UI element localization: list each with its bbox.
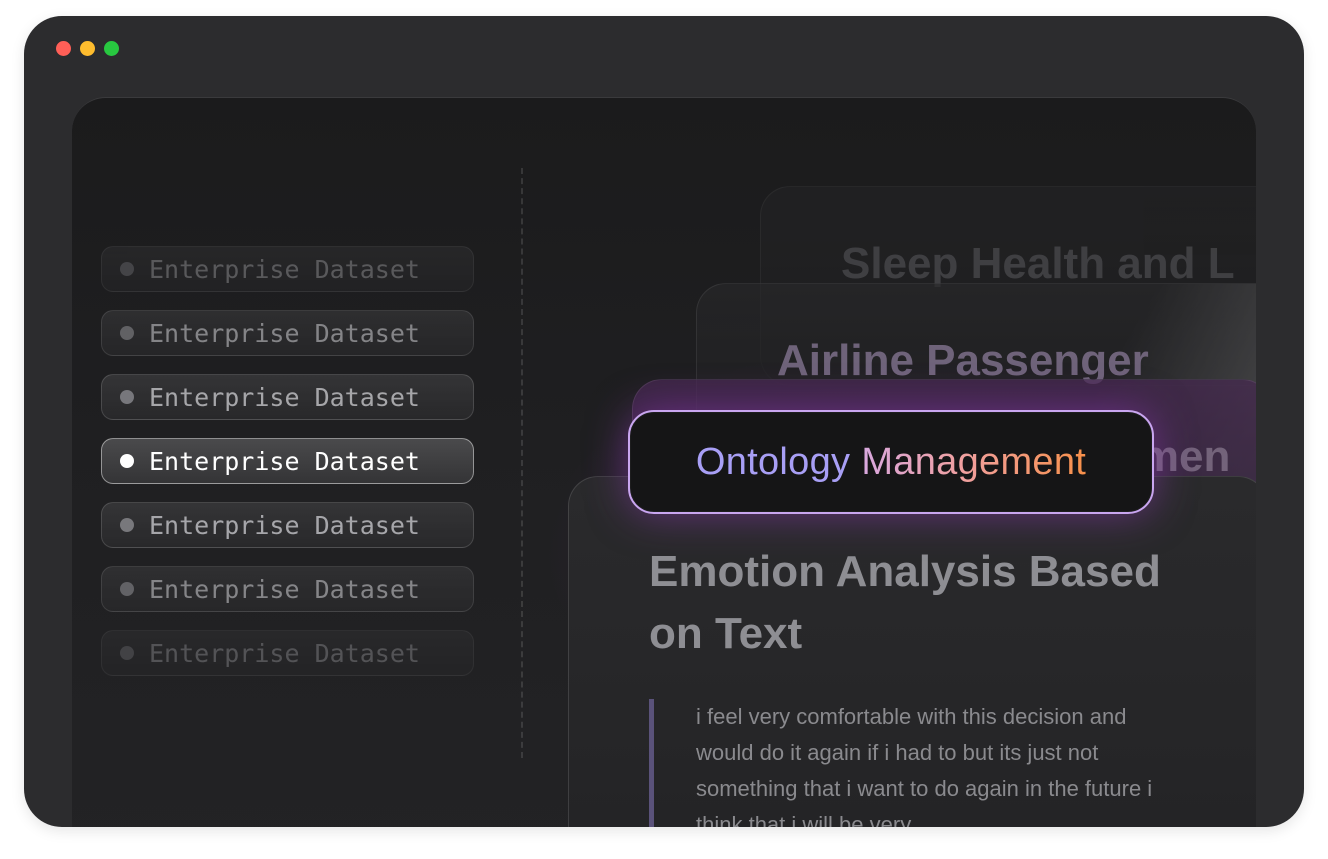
dataset-item[interactable]: Enterprise Dataset: [101, 630, 474, 676]
dataset-label: Enterprise Dataset: [149, 446, 420, 476]
status-dot-icon: [120, 326, 134, 340]
status-dot-icon: [120, 390, 134, 404]
dataset-list: Enterprise Dataset Enterprise Dataset En…: [101, 246, 474, 676]
dataset-label: Enterprise Dataset: [149, 382, 420, 412]
dataset-item[interactable]: Enterprise Dataset: [101, 566, 474, 612]
dataset-label: Enterprise Dataset: [149, 510, 420, 540]
window-controls: [56, 41, 119, 56]
ontology-management-badge[interactable]: Ontology Management: [628, 410, 1154, 514]
status-dot-icon: [120, 646, 134, 660]
close-window-button[interactable]: [56, 41, 71, 56]
status-dot-icon: [120, 518, 134, 532]
status-dot-icon: [120, 582, 134, 596]
badge-word-ontology: Ontology: [695, 440, 851, 483]
quote-bar: [649, 699, 654, 827]
maximize-window-button[interactable]: [104, 41, 119, 56]
card-main-title: Emotion Analysis Based on Text: [649, 547, 1161, 658]
app-window: Enterprise Dataset Enterprise Dataset En…: [24, 16, 1304, 827]
dashed-divider: [521, 168, 523, 758]
card-quote: i feel very comfortable with this decisi…: [696, 704, 1153, 827]
card-title: Sleep Health and L: [841, 239, 1235, 288]
dataset-card-emotion[interactable]: Emotion Analysis Based on Text i feel ve…: [568, 476, 1256, 827]
dataset-label: Enterprise Dataset: [149, 574, 420, 604]
dataset-label: Enterprise Dataset: [149, 638, 420, 668]
dataset-item[interactable]: Enterprise Dataset: [101, 246, 474, 292]
dataset-item[interactable]: Enterprise Dataset: [101, 374, 474, 420]
dataset-label: Enterprise Dataset: [149, 254, 420, 284]
dataset-item[interactable]: Enterprise Dataset: [101, 310, 474, 356]
content-panel: Enterprise Dataset Enterprise Dataset En…: [72, 97, 1256, 827]
minimize-window-button[interactable]: [80, 41, 95, 56]
status-dot-icon: [120, 262, 134, 276]
dataset-item-active[interactable]: Enterprise Dataset: [101, 438, 474, 484]
status-dot-icon: [120, 454, 134, 468]
badge-word-management: Management: [861, 440, 1087, 483]
dataset-label: Enterprise Dataset: [149, 318, 420, 348]
dataset-item[interactable]: Enterprise Dataset: [101, 502, 474, 548]
